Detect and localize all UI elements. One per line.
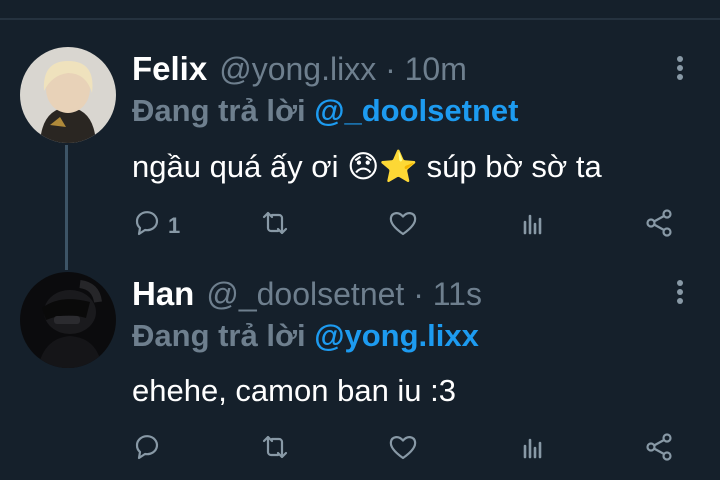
handle-and-time[interactable]: @yong.lixx · 10m: [219, 51, 467, 87]
more-icon[interactable]: [664, 276, 696, 308]
retweet-icon[interactable]: [260, 208, 292, 240]
share-icon[interactable]: [644, 432, 676, 464]
replying-to: Đang trả lời @yong.lixx: [132, 318, 479, 354]
like-icon[interactable]: [388, 432, 420, 464]
tweet-text: ehehe, camon ban iu :3: [132, 373, 457, 408]
retweet-icon[interactable]: [260, 432, 292, 464]
avatar[interactable]: [20, 47, 116, 143]
mention-link[interactable]: @yong.lixx: [314, 318, 479, 353]
replying-prefix: Đang trả lời: [132, 93, 306, 128]
replying-prefix: Đang trả lời: [132, 318, 306, 353]
avatar-felix-image: [20, 47, 116, 143]
like-icon[interactable]: [388, 208, 420, 240]
tweet-actions: 1: [0, 208, 720, 244]
tweet-actions: [0, 432, 720, 468]
handle-and-time[interactable]: @_doolsetnet · 11s: [206, 276, 482, 312]
replying-to: Đang trả lời @_doolsetnet: [132, 93, 518, 129]
display-name[interactable]: Felix: [132, 50, 207, 87]
top-divider: [0, 18, 720, 20]
tweet-header: Han @_doolsetnet · 11s: [132, 275, 482, 313]
tweet-text: ngầu quá ấy ơi 😞⭐ súp bờ sờ ta: [132, 149, 602, 184]
more-icon[interactable]: [664, 52, 696, 84]
display-name[interactable]: Han: [132, 275, 194, 312]
tweet-header: Felix @yong.lixx · 10m: [132, 50, 467, 88]
avatar-han-image: [20, 272, 116, 368]
reply-icon[interactable]: [132, 208, 164, 240]
avatar[interactable]: [20, 272, 116, 368]
analytics-icon[interactable]: [518, 208, 550, 240]
share-icon[interactable]: [644, 208, 676, 240]
mention-link[interactable]: @_doolsetnet: [314, 93, 518, 128]
reply-count: 1: [168, 213, 181, 238]
reply-icon[interactable]: [132, 432, 164, 464]
analytics-icon[interactable]: [518, 432, 550, 464]
